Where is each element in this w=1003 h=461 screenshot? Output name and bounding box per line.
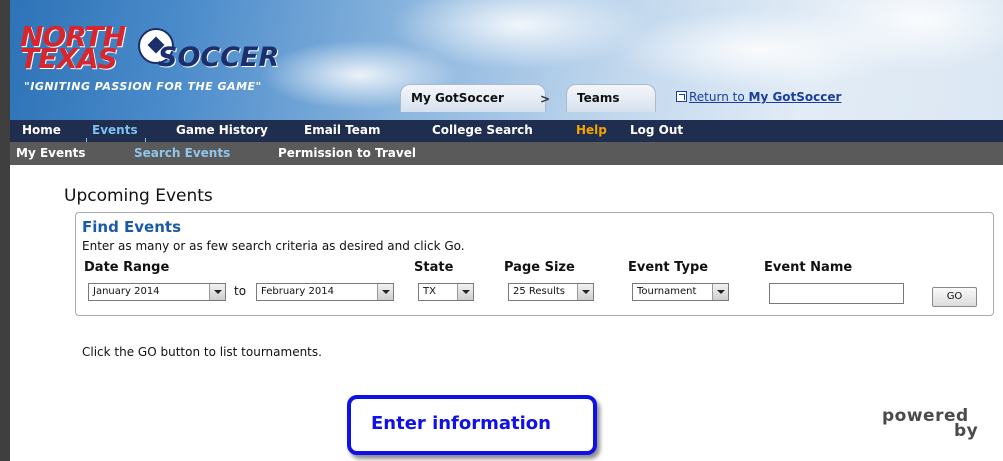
return-link-prefix: Return to — [689, 90, 749, 104]
page-size-value: 25 Results — [513, 286, 566, 297]
chevron-down-icon — [712, 284, 728, 300]
secondary-nav: My Events Search Events Permission to Tr… — [10, 142, 1003, 165]
nav-game-history[interactable]: Game History — [176, 123, 268, 137]
event-name-label: Event Name — [764, 260, 853, 275]
nav-log-out[interactable]: Log Out — [630, 123, 683, 137]
state-select[interactable]: TX — [418, 283, 474, 301]
date-range-to-label: to — [234, 284, 247, 298]
find-events-instructions: Enter as many or as few search criteria … — [82, 239, 465, 253]
breadcrumb-my-gotsoccer[interactable]: My GotSoccer — [400, 84, 546, 112]
primary-nav: Home Events Game History Email Team Coll… — [10, 120, 1003, 142]
page-title: Upcoming Events — [64, 186, 213, 206]
date-from-value: January 2014 — [93, 286, 160, 297]
date-to-value: February 2014 — [261, 286, 334, 297]
event-type-select[interactable]: Tournament — [632, 283, 729, 301]
find-events-panel: Find Events Enter as many or as few sear… — [75, 212, 994, 316]
nav-college-search[interactable]: College Search — [432, 123, 533, 137]
nav-home[interactable]: Home — [22, 123, 61, 137]
date-to-select[interactable]: February 2014 — [256, 283, 394, 301]
nav-events[interactable]: Events — [92, 123, 138, 137]
header-banner: NORTH TEXAS SOCCER "IGNITING PASSION FOR… — [10, 0, 1003, 120]
chevron-down-icon — [209, 284, 225, 300]
instruction-hint: Click the GO button to list tournaments. — [82, 345, 322, 359]
date-from-select[interactable]: January 2014 — [88, 283, 226, 301]
subnav-permission-to-travel[interactable]: Permission to Travel — [278, 146, 416, 160]
return-link-target: My GotSoccer — [748, 90, 842, 104]
enter-information-callout: Enter information — [347, 395, 597, 455]
find-events-heading: Find Events — [82, 218, 182, 236]
return-to-my-gotsoccer-link[interactable]: Return to My GotSoccer — [676, 90, 841, 104]
date-range-label: Date Range — [84, 260, 170, 275]
page-size-label: Page Size — [504, 260, 575, 275]
page-size-select[interactable]: 25 Results — [508, 283, 594, 301]
subnav-my-events[interactable]: My Events — [16, 146, 86, 160]
powered-by-label: powered by — [882, 408, 1003, 441]
state-label: State — [414, 260, 454, 275]
nav-help[interactable]: Help — [576, 123, 607, 137]
nav-email-team[interactable]: Email Team — [304, 123, 381, 137]
chevron-down-icon — [377, 284, 393, 300]
go-button[interactable]: GO — [932, 287, 977, 307]
logo-tagline: "IGNITING PASSION FOR THE GAME" — [24, 80, 262, 93]
breadcrumb-teams[interactable]: Teams — [566, 84, 656, 112]
event-name-input[interactable] — [769, 283, 904, 304]
event-type-label: Event Type — [628, 260, 709, 275]
north-texas-soccer-logo[interactable]: NORTH TEXAS SOCCER "IGNITING PASSION FOR… — [18, 20, 348, 100]
state-value: TX — [423, 286, 436, 297]
browser-page: NORTH TEXAS SOCCER "IGNITING PASSION FOR… — [10, 0, 1003, 461]
by-text: by — [954, 421, 979, 441]
breadcrumb-separator: > — [540, 92, 551, 106]
chevron-down-icon — [577, 284, 593, 300]
event-type-value: Tournament — [637, 286, 697, 297]
logo-soccer-text: SOCCER — [158, 42, 280, 73]
external-link-icon — [676, 91, 687, 102]
subnav-search-events[interactable]: Search Events — [134, 146, 230, 160]
logo-texas-text: TEXAS — [20, 42, 118, 75]
chevron-down-icon — [457, 284, 473, 300]
